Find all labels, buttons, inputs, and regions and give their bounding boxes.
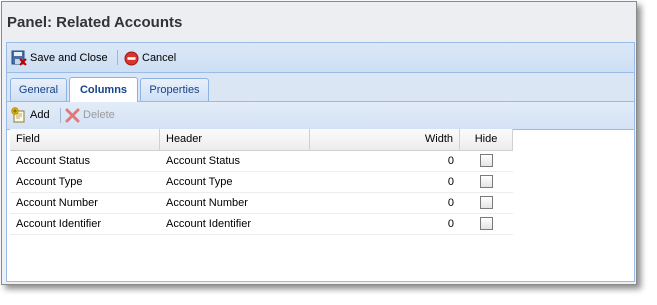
cancel-label: Cancel [142, 52, 177, 64]
cancel-icon [124, 51, 139, 66]
delete-label: Delete [83, 109, 115, 121]
cell-width: 0 [447, 155, 454, 167]
add-label: Add [30, 109, 50, 121]
add-button[interactable]: Add [11, 106, 50, 124]
column-header-hide[interactable]: Hide [460, 129, 513, 150]
cell-field: Account Number [16, 197, 98, 209]
tab-strip: General Columns Properties [7, 73, 634, 102]
cell-header: Account Type [166, 176, 233, 188]
save-and-close-button[interactable]: Save and Close [11, 49, 108, 67]
cell-header: Account Status [166, 155, 240, 167]
column-header-header[interactable]: Header [160, 129, 310, 150]
title-bar: Panel: Related Accounts [2, 2, 636, 42]
cell-header: Account Identifier [166, 218, 251, 230]
main-toolbar: Save and Close Cancel [7, 43, 634, 73]
toolbar-separator [117, 50, 118, 65]
grid-toolbar-separator [60, 108, 61, 123]
save-and-close-label: Save and Close [30, 52, 108, 64]
cell-hide [460, 151, 513, 171]
delete-button[interactable]: Delete [65, 106, 115, 124]
tab-properties[interactable]: Properties [140, 78, 209, 101]
panel-body: Save and Close Cancel General Columns Pr… [6, 42, 635, 282]
panel-window: Panel: Related Accounts Save and Close C… [1, 1, 637, 285]
cell-hide [460, 193, 513, 213]
table-row[interactable]: Account Type Account Type 0 [10, 172, 513, 193]
grid-toolbar: Add Delete [7, 102, 634, 130]
page-title: Panel: Related Accounts [7, 14, 183, 31]
hide-checkbox[interactable] [480, 174, 493, 188]
hide-checkbox[interactable] [480, 153, 493, 167]
tab-columns[interactable]: Columns [69, 77, 138, 102]
hide-checkbox[interactable] [480, 195, 493, 209]
grid-header-row: Field Header Width Hide [10, 129, 513, 151]
column-header-field[interactable]: Field [10, 129, 160, 150]
tab-general[interactable]: General [10, 78, 67, 101]
cell-field: Account Identifier [16, 218, 101, 230]
cancel-button[interactable]: Cancel [124, 49, 176, 67]
hide-checkbox[interactable] [480, 216, 493, 230]
cell-hide [460, 214, 513, 234]
cell-field: Account Status [16, 155, 90, 167]
table-row[interactable]: Account Number Account Number 0 [10, 193, 513, 214]
cell-field: Account Type [16, 176, 83, 188]
column-header-width[interactable]: Width [310, 129, 460, 150]
add-icon [11, 107, 27, 123]
cell-width: 0 [447, 176, 454, 188]
columns-grid: Field Header Width Hide Account Status A… [10, 129, 513, 235]
save-close-icon [11, 50, 27, 66]
cell-width: 0 [447, 218, 454, 230]
cell-hide [460, 172, 513, 192]
cell-header: Account Number [166, 197, 248, 209]
table-row[interactable]: Account Identifier Account Identifier 0 [10, 214, 513, 235]
table-row[interactable]: Account Status Account Status 0 [10, 151, 513, 172]
cell-width: 0 [447, 197, 454, 209]
delete-icon [65, 108, 80, 123]
